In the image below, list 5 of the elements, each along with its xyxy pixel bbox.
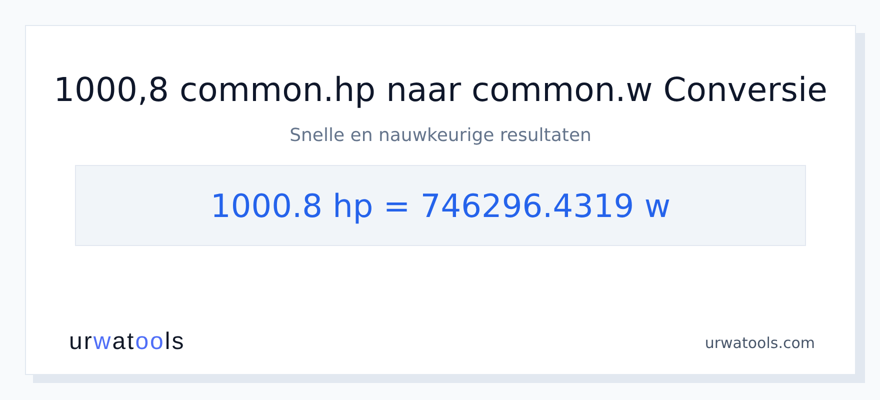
result-text: 1000.8 hp = 746296.4319 w bbox=[210, 186, 670, 226]
page-title: 1000,8 common.hp naar common.w Conversie bbox=[54, 69, 828, 111]
logo: urwatools bbox=[69, 327, 186, 357]
subtitle: Snelle en nauwkeurige resultaten bbox=[290, 124, 592, 148]
site-link[interactable]: urwatools.com bbox=[704, 332, 815, 354]
